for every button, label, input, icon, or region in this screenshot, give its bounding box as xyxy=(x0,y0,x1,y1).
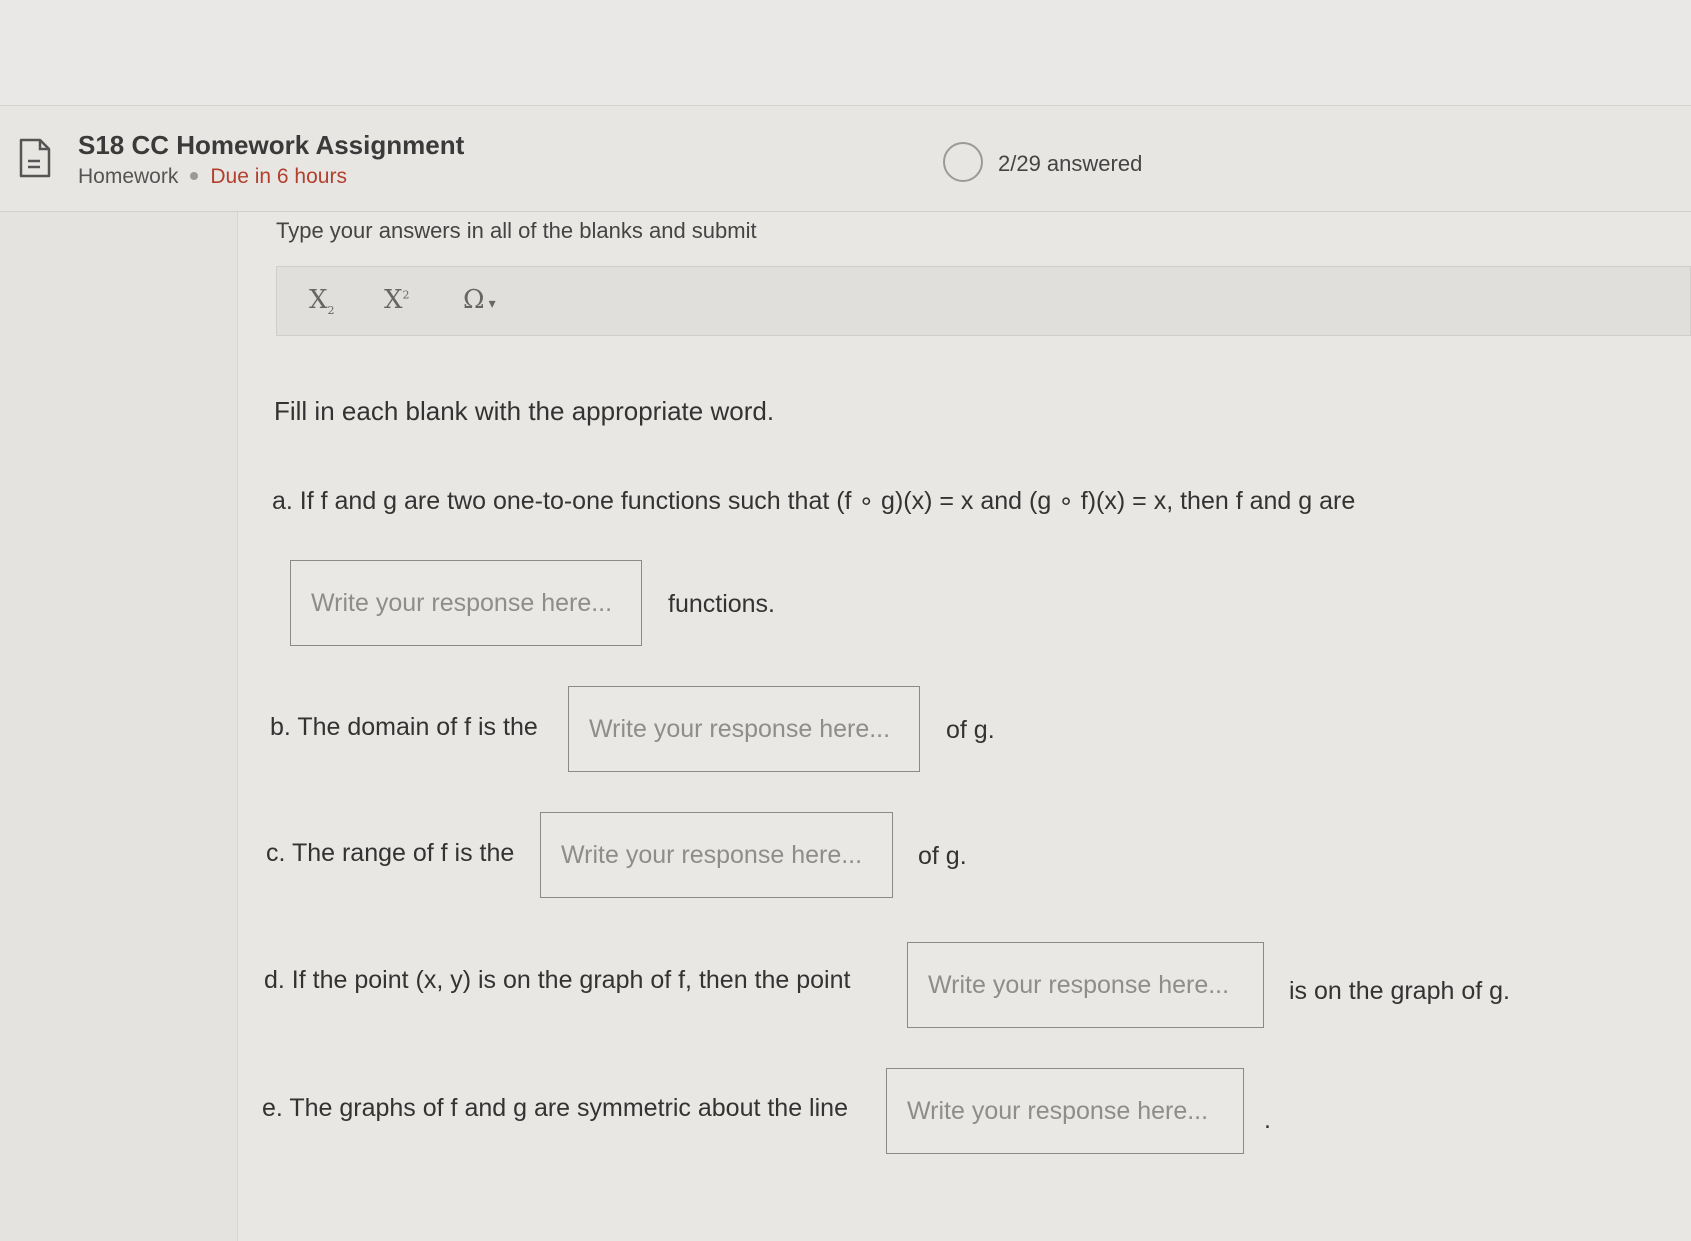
instructions-text: Type your answers in all of the blanks a… xyxy=(276,218,757,243)
question-prompt: Fill in each blank with the appropriate … xyxy=(274,396,775,426)
question-e-suffix: . xyxy=(1264,1106,1271,1134)
formatting-toolbar: X2 X2 Ω ▾ xyxy=(276,266,1691,336)
answer-d-input[interactable] xyxy=(907,942,1264,1028)
answer-c-input[interactable] xyxy=(540,812,893,898)
superscript-button[interactable]: X2 xyxy=(384,285,410,315)
due-status: Due in 6 hours xyxy=(210,165,347,188)
document-icon xyxy=(19,138,51,178)
subscript-label: X xyxy=(309,285,328,315)
separator-dot-icon xyxy=(190,171,199,180)
question-d-text: d. If the point (x, y) is on the graph o… xyxy=(264,966,851,994)
assignment-title: S18 CC Homework Assignment xyxy=(78,130,465,160)
omega-icon: Ω xyxy=(463,285,485,315)
subscript-button[interactable]: X2 xyxy=(309,285,335,317)
question-c-suffix: of g. xyxy=(918,842,967,870)
superscript-label: X xyxy=(384,285,403,315)
special-characters-button[interactable]: Ω ▾ xyxy=(463,285,496,315)
progress-count: 2/29 answered xyxy=(998,151,1143,176)
question-a-text: a. If f and g are two one-to-one functio… xyxy=(272,487,1356,515)
answer-a-input[interactable] xyxy=(290,560,642,646)
progress-ring-icon xyxy=(943,142,983,182)
browser-top-area xyxy=(0,0,1691,106)
assignment-type: Homework xyxy=(78,165,179,188)
question-a-suffix: functions. xyxy=(668,590,776,618)
question-e-text: e. The graphs of f and g are symmetric a… xyxy=(262,1094,848,1122)
chevron-down-icon: ▾ xyxy=(488,296,496,312)
answer-b-input[interactable] xyxy=(568,686,920,772)
assignment-meta: Homework Due in 6 hours xyxy=(78,165,347,189)
question-c-text: c. The range of f is the xyxy=(266,839,515,867)
question-d-suffix: is on the graph of g. xyxy=(1289,977,1510,1005)
question-b-text: b. The domain of f is the xyxy=(270,713,538,741)
answer-e-input[interactable] xyxy=(886,1068,1244,1154)
question-b-suffix: of g. xyxy=(946,716,995,744)
